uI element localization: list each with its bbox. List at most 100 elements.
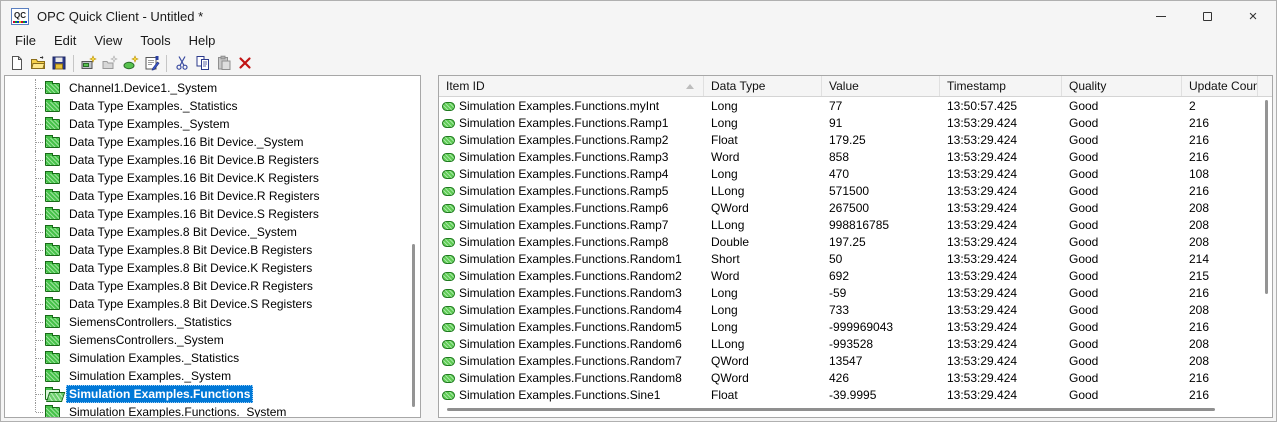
tree-item[interactable]: Data Type Examples.8 Bit Device.S Regist… [5,295,406,313]
tree-connector-stub [36,178,43,179]
cell-timestamp: 13:53:29.424 [947,218,1018,232]
tree-item[interactable]: Data Type Examples.16 Bit Device.R Regis… [5,187,406,205]
menu-file[interactable]: File [6,31,45,51]
tree-item[interactable]: Data Type Examples.16 Bit Device.B Regis… [5,151,406,169]
item-tag-icon [442,357,455,366]
cell-value: -59 [829,286,847,300]
cell-data-type: Long [711,99,738,113]
tree-connector-stub [36,88,43,89]
tree-item[interactable]: Data Type Examples.16 Bit Device.K Regis… [5,169,406,187]
table-row[interactable]: Simulation Examples.Functions.Random5 Lon… [439,319,1272,336]
column-header-filler [1258,76,1272,96]
tree-item[interactable]: Data Type Examples._System [5,115,406,133]
cell-timestamp: 13:53:29.424 [947,371,1018,385]
table-row[interactable]: Simulation Examples.Functions.Random2 Wor… [439,268,1272,285]
cell-timestamp: 13:53:29.424 [947,235,1018,249]
maximize-icon [1202,11,1212,21]
tree-item[interactable]: Simulation Examples._Statistics [5,349,406,367]
table-horizontal-scrollbar[interactable] [447,408,1215,411]
paste-button[interactable] [213,53,234,74]
item-tag-icon [442,272,455,281]
delete-button[interactable] [234,53,255,74]
column-header-label: Quality [1069,79,1107,93]
cell-quality: Good [1069,167,1099,181]
cell-timestamp: 13:53:29.424 [947,184,1018,198]
menu-help[interactable]: Help [180,31,225,51]
table-vertical-scrollbar[interactable] [1265,100,1268,294]
table-row[interactable]: Simulation Examples.Functions.Sine1 Float… [439,387,1272,404]
cell-item-id: Simulation Examples.Functions.Ramp2 [439,132,704,149]
cell-data-type: Short [711,252,740,266]
table-row[interactable]: Simulation Examples.Functions.Ramp4 Long 4… [439,166,1272,183]
menu-edit[interactable]: Edit [45,31,85,51]
tree-connector-stub [36,376,43,377]
table-row[interactable]: Simulation Examples.Functions.Random6 LLo… [439,336,1272,353]
tree-connector-stub [36,394,43,395]
cell-item-id: Simulation Examples.Functions.Random1 [439,251,704,268]
table-row[interactable]: Simulation Examples.Functions.Random3 Lon… [439,285,1272,302]
table-row[interactable]: Simulation Examples.Functions.Ramp1 Long 9… [439,115,1272,132]
new-item-button[interactable] [120,53,141,74]
table-row[interactable]: Simulation Examples.Functions.Random1 Sho… [439,251,1272,268]
tree-item-label: Data Type Examples.16 Bit Device.R Regis… [69,189,320,203]
cut-button[interactable] [171,53,192,74]
table-row[interactable]: Simulation Examples.Functions.Random8 QWo… [439,370,1272,387]
close-button[interactable]: × [1230,1,1276,31]
table-row[interactable]: Simulation Examples.Functions.Ramp2 Float… [439,132,1272,149]
tree-item[interactable]: SiemensControllers._System [5,331,406,349]
table-row[interactable]: Simulation Examples.Functions.Ramp3 Word 8… [439,149,1272,166]
tree-item[interactable]: SiemensControllers._Statistics [5,313,406,331]
tree-connector-stub [36,160,43,161]
cell-timestamp: 13:50:57.425 [947,99,1018,113]
tree-item[interactable]: Data Type Examples.8 Bit Device.R Regist… [5,277,406,295]
tree-item[interactable]: Simulation Examples.Functions [5,385,406,403]
table-row[interactable]: Simulation Examples.Functions.Ramp8 Doubl… [439,234,1272,251]
tree-vertical-scrollbar[interactable] [412,244,415,407]
item-tag-icon [442,391,455,400]
cell-timestamp: 13:53:29.424 [947,354,1018,368]
column-header-update-count[interactable]: Update Count [1182,76,1258,96]
copy-button[interactable] [192,53,213,74]
item-id-label: Simulation Examples.Functions.Sine1 [459,388,661,402]
tree-connector-stub [36,358,43,359]
tree-item[interactable]: Simulation Examples._System [5,367,406,385]
open-file-button[interactable] [27,53,48,74]
new-server-connection-button[interactable] [78,53,99,74]
tree-item[interactable]: Data Type Examples.16 Bit Device._System [5,133,406,151]
table-row[interactable]: Simulation Examples.Functions.myInt Long 7… [439,98,1272,115]
column-header-data-type[interactable]: Data Type [704,76,822,96]
item-tag-icon [442,187,455,196]
table-row[interactable]: Simulation Examples.Functions.Ramp7 LLong… [439,217,1272,234]
maximize-button[interactable] [1184,1,1230,31]
new-group-button[interactable] [99,53,120,74]
properties-button[interactable] [141,53,162,74]
minimize-button[interactable] [1138,1,1184,31]
table-row[interactable]: Simulation Examples.Functions.Ramp6 QWord… [439,200,1272,217]
cell-update-count: 216 [1189,286,1210,300]
tree-item[interactable]: Data Type Examples._Statistics [5,97,406,115]
tree-item[interactable]: Data Type Examples.8 Bit Device.K Regist… [5,259,406,277]
column-header-item-id[interactable]: Item ID [439,76,704,96]
menu-tools[interactable]: Tools [131,31,179,51]
tree-item[interactable]: Data Type Examples.8 Bit Device._System [5,223,406,241]
tree-item[interactable]: Channel1.Device1._System [5,79,406,97]
cell-value: -993528 [829,337,874,351]
new-file-icon [11,56,22,70]
tree-item[interactable]: Simulation Examples.Functions._System [5,403,406,417]
cell-timestamp: 13:53:29.424 [947,167,1018,181]
tree-item[interactable]: Data Type Examples.16 Bit Device.S Regis… [5,205,406,223]
table-row[interactable]: Simulation Examples.Functions.Random7 QWo… [439,353,1272,370]
cell-data-type: LLong [711,337,745,351]
column-header-timestamp[interactable]: Timestamp [940,76,1062,96]
table-row[interactable]: Simulation Examples.Functions.Ramp5 LLong… [439,183,1272,200]
column-header-value[interactable]: Value [822,76,940,96]
item-tag-icon [442,102,455,111]
tree-connector-stub [36,304,43,305]
tree-item[interactable]: Data Type Examples.8 Bit Device.B Regist… [5,241,406,259]
table-row[interactable]: Simulation Examples.Functions.Random4 Lon… [439,302,1272,319]
tree-item-label: Data Type Examples.16 Bit Device.K Regis… [69,171,319,185]
save-button[interactable] [48,53,69,74]
new-file-button[interactable] [6,53,27,74]
menu-view[interactable]: View [85,31,131,51]
column-header-quality[interactable]: Quality [1062,76,1182,96]
